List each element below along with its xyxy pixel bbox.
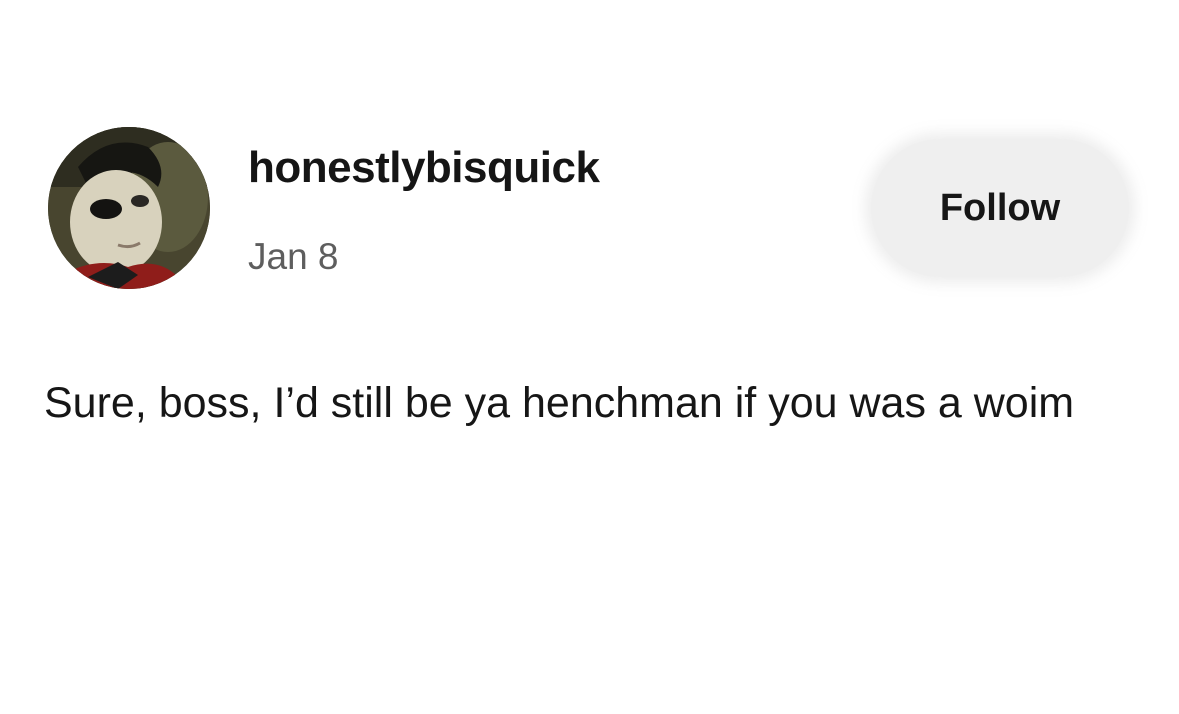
username[interactable]: honestlybisquick: [248, 143, 600, 193]
avatar-image: [48, 127, 210, 289]
follow-button[interactable]: Follow: [871, 139, 1129, 277]
post-card: honestlybisquick Jan 8 Follow Sure, boss…: [0, 0, 1179, 714]
avatar[interactable]: [48, 127, 210, 289]
post-date: Jan 8: [248, 236, 339, 277]
post-text: Sure, boss, I’d still be ya henchman if …: [44, 379, 1075, 427]
